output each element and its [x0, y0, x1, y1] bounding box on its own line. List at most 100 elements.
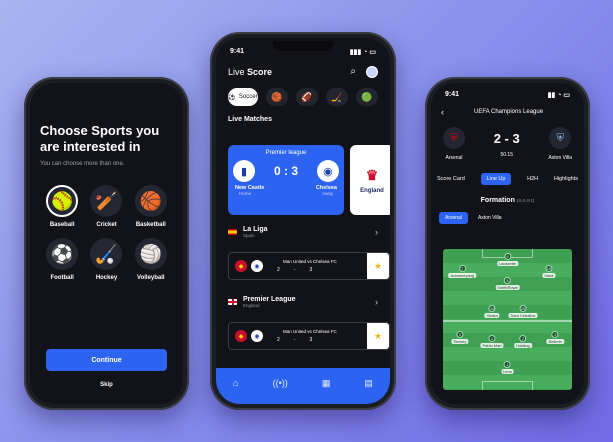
onboarding-screen: Choose Sports you are interested in You …	[30, 83, 183, 404]
player[interactable]: 34 Xhaka	[484, 305, 500, 318]
back-icon[interactable]: ‹	[441, 107, 444, 117]
live-match-card[interactable]: Premier league ▮ 0 : 3 ◉ New Castle Chels…	[228, 145, 344, 215]
england-flag-icon	[228, 299, 237, 305]
football-icon: ⚽	[46, 238, 79, 270]
player-number: 2	[519, 335, 527, 342]
team-tab-astonvilla[interactable]: Aston Villa	[474, 212, 506, 224]
match-row[interactable]: ◆ ◉ Man United vs Chelsea FC 2 - 3 ★	[228, 322, 390, 350]
sport-option-football[interactable]: ⚽ Football	[40, 238, 84, 281]
chip-hockey[interactable]: 🏒	[326, 88, 348, 106]
basketball-icon: 🏀	[271, 91, 283, 102]
player[interactable]: 2 Bellerin	[546, 331, 564, 344]
manutd-crest-icon: ◆	[235, 330, 247, 342]
manutd-crest-icon: ◆	[235, 260, 247, 272]
signal-battery-icon: ▮▮ ◔ ▭	[547, 92, 570, 99]
header: ‹ UEFA Champions League	[431, 99, 584, 117]
player-name: Tierney	[451, 339, 469, 344]
sport-option-cricket[interactable]: 🏏 Cricket	[84, 185, 128, 228]
player[interactable]: 8 SmithRowe	[495, 277, 520, 290]
sport-option-baseball[interactable]: 🥎 Baseball	[40, 185, 84, 228]
chip-football[interactable]: 🏈	[296, 88, 318, 106]
player-number: 19	[545, 265, 553, 272]
competition-title: UEFA Champions League	[474, 109, 544, 115]
tab-score-card[interactable]: Score Card	[437, 176, 465, 182]
league-header-premier[interactable]: Premier League England ›	[228, 296, 378, 308]
player-name: Saka	[542, 273, 556, 278]
pitch: 9 Lacazette 7 Aubameyang 19 Saka 8 SmithRowe…	[443, 249, 572, 390]
live-score-screen: 9:41 ▮▮▮ ◔ ▭ Live Score ⌕ ⚽ Soccer 🏀 🏈 🏒 🟢…	[216, 38, 390, 404]
sport-label: Hockey	[95, 275, 118, 281]
chip-label: Soccer	[238, 94, 258, 100]
player-name: Aubameyang	[448, 273, 477, 278]
chip-basketball[interactable]: 🏀	[266, 88, 288, 106]
avatar[interactable]	[366, 66, 378, 78]
formation-value: (4-2-3-1)	[516, 198, 535, 203]
card-label: England	[360, 187, 384, 194]
tab-h2h[interactable]: H2H	[527, 176, 538, 182]
england-card[interactable]: ♛ England	[350, 145, 390, 215]
status-time: 9:41	[445, 91, 460, 98]
team-tab-arsenal[interactable]: Arsenal	[439, 212, 468, 224]
sport-option-basketball[interactable]: 🏀 Basketball	[129, 185, 173, 228]
chelsea-crest-icon: ◉	[251, 330, 263, 342]
phone-match-detail: 9:41 ▮▮ ◔ ▭ ‹ UEFA Champions League ⛨ Arsen…	[425, 77, 590, 410]
section-title: Live Matches	[228, 116, 272, 123]
away-team: Aston Villa	[548, 155, 572, 161]
cricket-icon: 🏏	[90, 185, 123, 217]
favorite-star-icon[interactable]: ★	[367, 323, 389, 349]
player[interactable]: 7 Aubameyang	[448, 265, 477, 278]
chelsea-crest-icon: ◉	[316, 160, 339, 182]
match-score: 0 : 3	[273, 164, 298, 178]
chevron-right-icon: ›	[375, 297, 378, 307]
player-number: 2	[551, 331, 559, 338]
sport-option-volleyball[interactable]: 🏐 Volleyball	[129, 238, 173, 281]
player[interactable]: 1 Leno	[501, 361, 514, 374]
calendar-icon[interactable]: ▦	[322, 378, 331, 389]
home-team: Arsenal	[445, 155, 463, 161]
match-row[interactable]: ◆ ◉ Man United vs Chelsea FC 2 - 3 ★	[228, 252, 390, 280]
league-header-laliga[interactable]: La Liga Spain ›	[228, 226, 378, 238]
favorite-star-icon[interactable]: ★	[367, 253, 389, 279]
home-tag: Home	[239, 191, 252, 196]
tab-line-up[interactable]: Line Up	[480, 173, 512, 185]
player[interactable]: 19 Saka	[542, 265, 556, 278]
status-bar: 9:41 ▮▮ ◔ ▭	[431, 83, 584, 99]
match-detail-screen: 9:41 ▮▮ ◔ ▭ ‹ UEFA Champions League ⛨ Arsen…	[431, 83, 584, 404]
page-title: Choose Sports you are interested in	[40, 123, 160, 154]
player[interactable]: 3 Tierney	[451, 331, 469, 344]
player[interactable]: 9 Lacazette	[496, 253, 519, 266]
sport-option-hockey[interactable]: 🏑 Hockey	[84, 238, 128, 281]
league-country: Spain	[243, 233, 255, 238]
sport-label: Football	[50, 275, 74, 281]
detail-tabs: Score Card Line Up H2H Highlights	[431, 161, 584, 185]
player[interactable]: 25 Dani Ceballos	[508, 305, 538, 318]
news-icon[interactable]: ▤	[364, 378, 373, 389]
phone-sports-onboarding: Choose Sports you are interested in You …	[24, 77, 189, 410]
player-name: SmithRowe	[495, 285, 520, 290]
player[interactable]: 4 Pablo Mari	[480, 335, 504, 348]
tab-highlights[interactable]: Highlights	[554, 176, 578, 182]
player-number: 9	[503, 253, 511, 260]
skip-button[interactable]: Skip	[30, 382, 183, 388]
chip-tennis[interactable]: 🟢	[356, 88, 378, 106]
pitch-bottom-box	[481, 381, 534, 390]
player-name: Leno	[501, 369, 514, 374]
player-number: 4	[488, 335, 496, 342]
team-toggle: Arsenal Aston Villa	[431, 204, 584, 224]
home-icon[interactable]: ⌂	[233, 378, 238, 388]
continue-button[interactable]: Continue	[46, 349, 167, 371]
score-separator: -	[293, 267, 296, 273]
football-icon: 🏈	[301, 91, 313, 102]
player-number: 25	[519, 305, 527, 312]
signal-battery-icon: ▮▮▮ ◔ ▭	[349, 49, 376, 56]
match-score: 2 - 3	[493, 130, 520, 146]
app-title-part: Live	[228, 67, 245, 77]
live-icon[interactable]: ((•))	[273, 378, 288, 388]
search-icon[interactable]: ⌕	[350, 66, 356, 78]
player[interactable]: 2 Holding	[514, 335, 532, 348]
camera-notch	[273, 41, 333, 51]
player-number: 34	[488, 305, 496, 312]
chip-soccer[interactable]: ⚽ Soccer	[228, 88, 258, 106]
player-number: 3	[456, 331, 464, 338]
baseball-icon: 🥎	[46, 185, 79, 217]
